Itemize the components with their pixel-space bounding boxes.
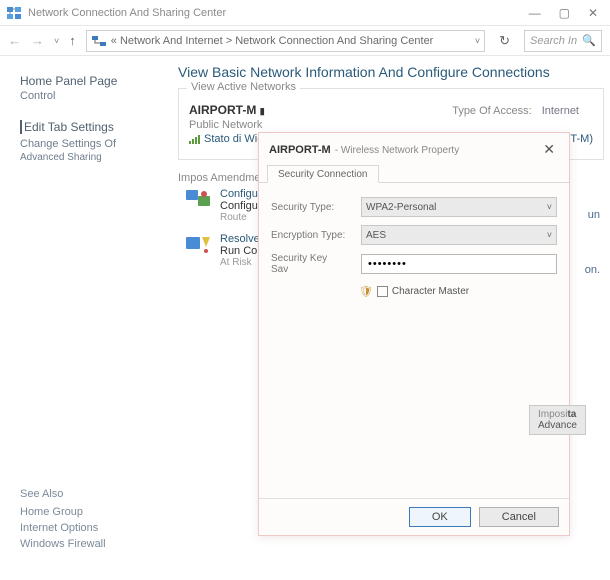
network-ssid: AIRPORT-M ▮ — [189, 103, 409, 117]
dialog-title: AIRPORT-M- Wireless Network Property — [269, 144, 459, 156]
window-titlebar: Network Connection And Sharing Center — … — [0, 0, 610, 26]
maximize-button[interactable]: ▢ — [559, 6, 570, 20]
address-bar[interactable]: « Network And Internet > Network Connect… — [86, 30, 485, 52]
dialog-close-button[interactable]: ✕ — [539, 141, 559, 158]
home-group-link[interactable]: Home Group — [20, 506, 106, 518]
show-characters-checkbox[interactable] — [377, 286, 388, 297]
security-type-select[interactable]: WPA2-Personal ˅ — [361, 197, 557, 217]
security-key-label: Security Key Sav — [271, 253, 357, 275]
side-note-2: on. — [585, 264, 600, 276]
wifi-signal-icon — [189, 135, 200, 144]
see-also-heading: See Also — [20, 488, 106, 500]
up-button[interactable]: ↑ — [69, 33, 76, 48]
refresh-button[interactable]: ↻ — [495, 33, 514, 49]
change-settings-link[interactable]: Change Settings Of — [20, 138, 160, 150]
network-path-icon — [91, 33, 107, 49]
breadcrumb[interactable]: « Network And Internet > Network Connect… — [111, 35, 471, 47]
ok-button[interactable]: OK — [409, 507, 471, 527]
search-input[interactable]: Search In 🔍 — [524, 30, 602, 52]
edit-tab-settings-link[interactable]: Edit Tab Settings — [20, 120, 114, 134]
control-link[interactable]: Control — [20, 90, 160, 102]
windows-firewall-link[interactable]: Windows Firewall — [20, 538, 106, 550]
show-characters-label: Character Master — [392, 286, 469, 297]
configure-icon — [184, 188, 212, 210]
wireless-property-dialog: AIRPORT-M- Wireless Network Property ✕ S… — [258, 132, 570, 536]
network-category: Public Network — [189, 119, 409, 131]
search-icon: 🔍 — [582, 34, 596, 47]
advanced-button[interactable]: Imposita Advance — [529, 405, 586, 435]
window-title: Network Connection And Sharing Center — [28, 7, 529, 19]
security-type-label: Security Type: — [271, 202, 357, 213]
forward-button[interactable]: → — [31, 33, 44, 48]
signal-icon: ▮ — [260, 106, 265, 116]
advanced-sharing-link[interactable]: Advanced Sharing — [20, 152, 160, 163]
close-button[interactable]: ✕ — [588, 6, 598, 20]
address-dropdown[interactable]: ˅ — [475, 36, 480, 46]
chevron-down-icon: ˅ — [547, 230, 552, 240]
back-button[interactable]: ← — [8, 33, 21, 48]
side-note-1: un — [588, 209, 600, 221]
encryption-type-label: Encryption Type: — [271, 230, 357, 241]
active-networks-legend: View Active Networks — [187, 81, 300, 93]
troubleshoot-icon — [184, 233, 212, 255]
page-heading: View Basic Network Information And Confi… — [178, 64, 604, 80]
encryption-type-select[interactable]: AES ˅ — [361, 225, 557, 245]
shield-icon: 🛡 — [359, 285, 373, 298]
recent-dropdown[interactable]: ˅ — [54, 36, 59, 46]
nav-bar: ← → ˅ ↑ « Network And Internet > Network… — [0, 26, 610, 56]
security-key-input[interactable] — [361, 254, 557, 274]
internet-options-link[interactable]: Internet Options — [20, 522, 106, 534]
minimize-button[interactable]: — — [529, 6, 541, 20]
chevron-down-icon: ˅ — [547, 202, 552, 212]
access-type-value: Internet — [542, 105, 593, 117]
home-panel-link[interactable]: Home Panel Page — [20, 74, 160, 88]
cancel-button[interactable]: Cancel — [479, 507, 559, 527]
app-icon — [6, 5, 22, 21]
sidebar: Home Panel Page Control Edit Tab Setting… — [0, 56, 172, 580]
tab-security-connection[interactable]: Security Connection — [267, 165, 379, 183]
access-type-label: Type Of Access: — [452, 105, 541, 117]
